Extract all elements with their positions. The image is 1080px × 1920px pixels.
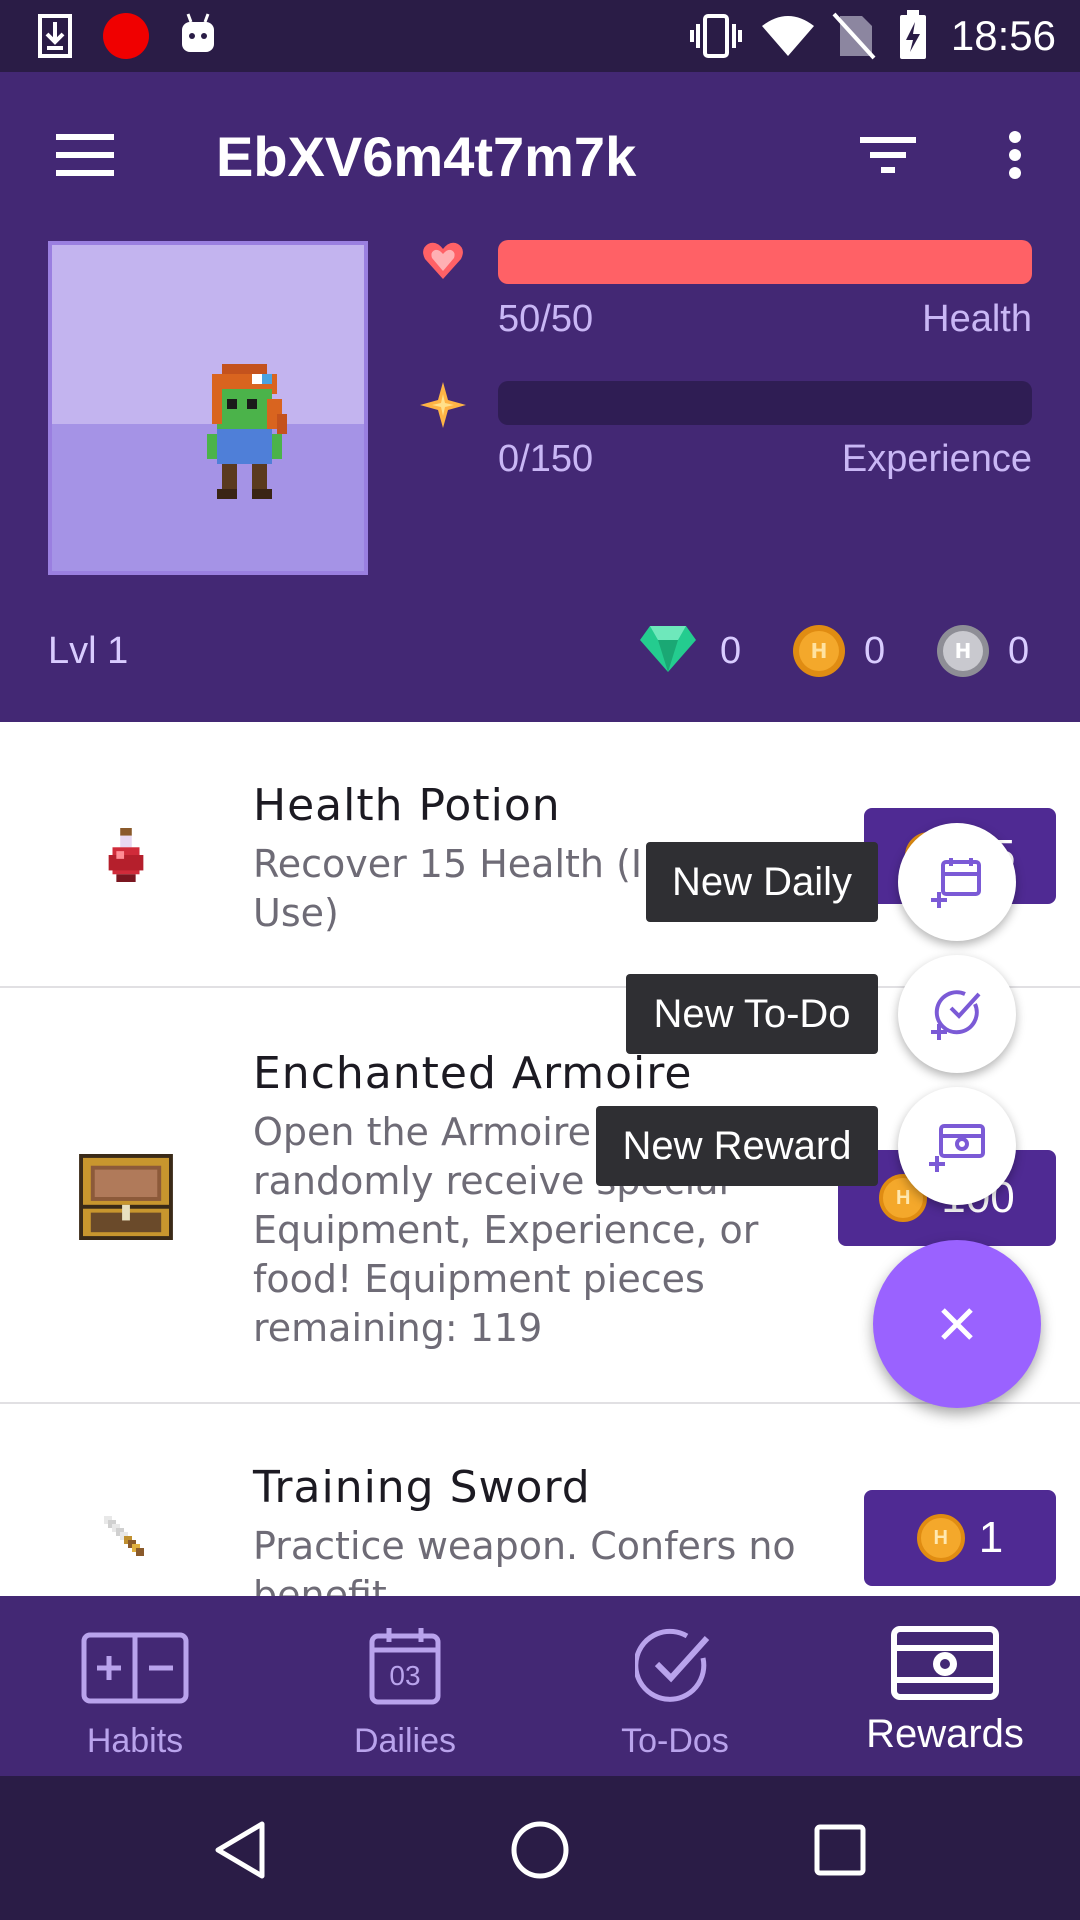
todo-check-icon: [635, 1628, 710, 1702]
new-daily-button[interactable]: [898, 823, 1016, 941]
vibrate-icon: [690, 14, 742, 58]
health-bar-fill: [498, 240, 1032, 284]
menu-icon: [56, 134, 114, 176]
menu-button[interactable]: [40, 120, 130, 190]
reward-title: Enchanted Armoire: [253, 1048, 693, 1099]
experience-bar: [498, 381, 1032, 425]
new-daily-icon: [931, 858, 981, 908]
tab-rewards[interactable]: Rewards: [810, 1596, 1080, 1776]
health-value: 50/50: [498, 298, 594, 340]
experience-value: 0/150: [498, 438, 594, 480]
gold-coin-icon: H: [916, 1514, 965, 1562]
armoire-icon: [79, 1154, 173, 1240]
star-icon: [420, 382, 466, 428]
rewards-chest-icon: [891, 1626, 999, 1700]
new-reward-label[interactable]: New Reward: [596, 1106, 878, 1186]
new-reward-icon: [929, 1124, 985, 1172]
price: 1: [978, 1513, 1004, 1562]
new-todo-button[interactable]: [898, 955, 1016, 1073]
gem-icon[interactable]: [640, 624, 696, 672]
health-bar: [498, 240, 1032, 284]
tab-dailies[interactable]: 03 Dailies: [270, 1596, 540, 1776]
filter-icon: [860, 137, 916, 173]
reward-title: Training Sword: [253, 1462, 591, 1513]
reward-description: Practice weapon. Confers no benefit.: [253, 1524, 796, 1596]
gold-value: 0: [864, 630, 886, 672]
download-icon: [38, 14, 72, 58]
new-reward-button[interactable]: [898, 1087, 1016, 1205]
buy-button[interactable]: H 1: [864, 1490, 1056, 1586]
filter-button[interactable]: [850, 120, 926, 190]
health-label: Health: [922, 298, 1032, 340]
status-bar: 18:56: [0, 0, 1080, 72]
system-navigation-bar: [0, 1776, 1080, 1920]
recents-icon[interactable]: [814, 1824, 866, 1876]
reward-description-text: Recover 15 Health (I… Use): [253, 842, 680, 935]
tab-rewards-label: Rewards: [866, 1712, 1024, 1756]
more-vert-icon: [1009, 131, 1021, 179]
new-todo-icon: [931, 990, 981, 1040]
tab-todos[interactable]: To-Dos: [540, 1596, 810, 1776]
calendar-day: 03: [389, 1660, 421, 1691]
health-potion-icon: [108, 828, 144, 882]
svg-text:H: H: [811, 639, 828, 663]
list-item[interactable]: Training Sword Practice weapon. Confers …: [0, 1404, 1080, 1596]
gems-value: 0: [720, 630, 742, 672]
svg-text:H: H: [955, 639, 972, 663]
tab-dailies-label: Dailies: [353, 1722, 457, 1760]
close-icon: [941, 1308, 973, 1340]
wifi-icon: [762, 16, 814, 56]
hourglasses-value: 0: [1008, 630, 1030, 672]
reward-title: Health Potion: [253, 780, 561, 831]
new-todo-label[interactable]: New To-Do: [626, 974, 878, 1054]
back-icon[interactable]: [212, 1820, 268, 1880]
avatar[interactable]: [48, 241, 368, 575]
android-icon: [182, 13, 214, 52]
tab-todos-label: To-Dos: [621, 1722, 729, 1760]
close-fab-button[interactable]: [873, 1240, 1041, 1408]
tab-habits-label: Habits: [86, 1722, 184, 1760]
new-daily-label[interactable]: New Daily: [646, 842, 878, 922]
heart-icon: [423, 242, 463, 279]
toolbar-title: EbXV6m4t7m7k: [216, 125, 637, 188]
gold-coin-icon: H: [793, 625, 845, 677]
more-options-button[interactable]: [980, 120, 1050, 190]
record-icon: [103, 13, 149, 59]
avatar-sprite: [207, 364, 287, 499]
bottom-navigation: Habits 03 Dailies To-Dos Rewards: [0, 1596, 1080, 1776]
no-sim-icon: [832, 12, 876, 60]
tab-habits[interactable]: Habits: [0, 1596, 270, 1776]
home-icon[interactable]: [510, 1820, 570, 1880]
status-time: 18:56: [950, 12, 1056, 59]
battery-charging-icon: [900, 10, 926, 59]
hourglass-coin-icon: H: [937, 625, 989, 677]
level-label: Lvl 1: [48, 630, 129, 672]
habits-icon: [81, 1632, 189, 1704]
sword-icon: [104, 1516, 144, 1556]
experience-label: Experience: [841, 438, 1032, 480]
